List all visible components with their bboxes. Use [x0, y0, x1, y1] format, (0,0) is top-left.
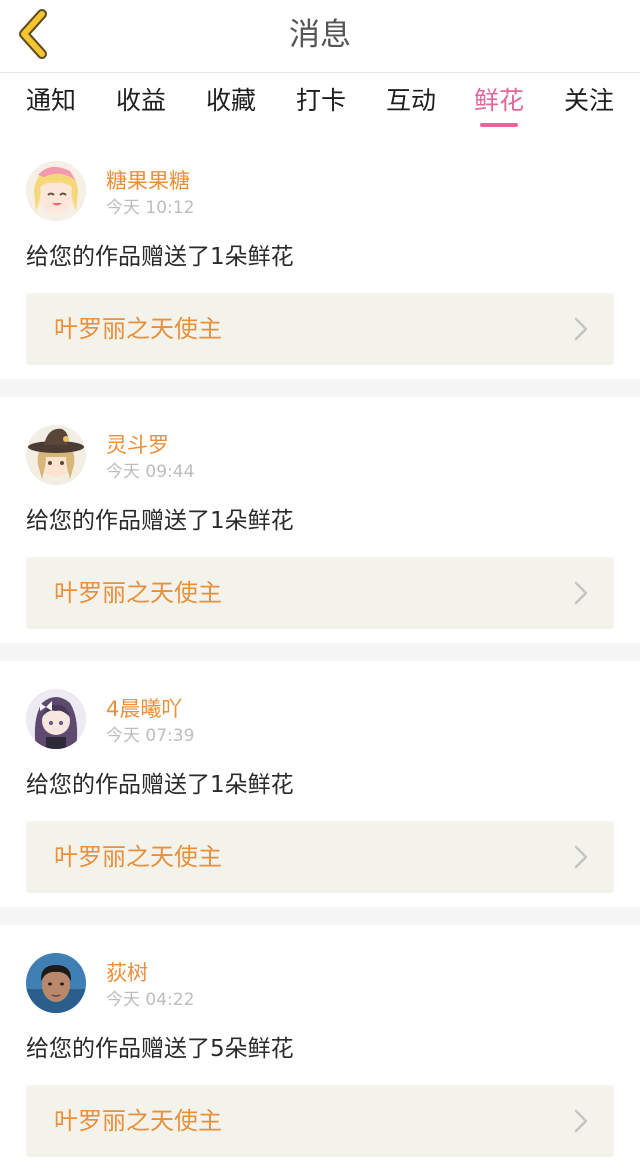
timestamp: 今天 07:39	[106, 726, 195, 746]
timestamp: 今天 09:44	[106, 462, 195, 482]
username[interactable]: 荻树	[106, 959, 148, 987]
notification-list: 糖果果糖 今天 10:12 给您的作品赠送了1朵鲜花 叶罗丽之天使主 灵斗罗 今…	[0, 133, 640, 1171]
work-title: 叶罗丽之天使主	[54, 579, 222, 607]
anime-girl-hat-avatar-icon	[26, 425, 86, 485]
notification-card: 荻树 今天 04:22 给您的作品赠送了5朵鲜花 叶罗丽之天使主	[0, 925, 640, 1171]
notification-card: 糖果果糖 今天 10:12 给您的作品赠送了1朵鲜花 叶罗丽之天使主	[0, 133, 640, 379]
work-link[interactable]: 叶罗丽之天使主	[26, 557, 614, 629]
top-bar: 消息	[0, 0, 640, 73]
notification-card: 灵斗罗 今天 09:44 给您的作品赠送了1朵鲜花 叶罗丽之天使主	[0, 397, 640, 643]
tab-checkin[interactable]: 打卡	[296, 85, 346, 117]
tab-earnings[interactable]: 收益	[116, 85, 166, 117]
avatar[interactable]	[26, 161, 86, 221]
work-link[interactable]: 叶罗丽之天使主	[26, 1085, 614, 1157]
page-title: 消息	[289, 17, 351, 53]
notification-card: 4晨曦吖 今天 07:39 给您的作品赠送了1朵鲜花 叶罗丽之天使主	[0, 661, 640, 907]
tab-bar: 通知 收益 收藏 打卡 互动 鲜花 关注	[0, 73, 640, 133]
tab-interaction[interactable]: 互动	[386, 85, 436, 117]
notification-message: 给您的作品赠送了1朵鲜花	[26, 508, 294, 534]
anime-girl-purple-hair-avatar-icon	[26, 689, 86, 749]
work-title: 叶罗丽之天使主	[54, 843, 222, 871]
chevron-right-icon	[574, 581, 588, 605]
tab-flowers[interactable]: 鲜花	[474, 85, 524, 117]
avatar[interactable]	[26, 689, 86, 749]
username[interactable]: 4晨曦吖	[106, 695, 182, 723]
notification-message: 给您的作品赠送了1朵鲜花	[26, 244, 294, 270]
user-photo-avatar-icon	[26, 953, 86, 1013]
work-title: 叶罗丽之天使主	[54, 315, 222, 343]
work-link[interactable]: 叶罗丽之天使主	[26, 821, 614, 893]
chevron-right-icon	[574, 1109, 588, 1133]
timestamp: 今天 04:22	[106, 990, 195, 1010]
work-title: 叶罗丽之天使主	[54, 1107, 222, 1135]
card-divider	[0, 643, 640, 661]
card-divider	[0, 907, 640, 925]
chevron-right-icon	[574, 845, 588, 869]
tab-notifications[interactable]: 通知	[26, 85, 76, 117]
active-tab-indicator	[480, 123, 518, 127]
anime-girl-blonde-avatar-icon	[26, 161, 86, 221]
avatar[interactable]	[26, 425, 86, 485]
card-divider	[0, 379, 640, 397]
avatar[interactable]	[26, 953, 86, 1013]
username[interactable]: 糖果果糖	[106, 167, 190, 195]
username[interactable]: 灵斗罗	[106, 431, 169, 459]
notification-message: 给您的作品赠送了1朵鲜花	[26, 772, 294, 798]
work-link[interactable]: 叶罗丽之天使主	[26, 293, 614, 365]
tab-favorites[interactable]: 收藏	[206, 85, 256, 117]
notification-message: 给您的作品赠送了5朵鲜花	[26, 1036, 294, 1062]
timestamp: 今天 10:12	[106, 198, 195, 218]
tab-following[interactable]: 关注	[564, 85, 614, 117]
chevron-right-icon	[574, 317, 588, 341]
